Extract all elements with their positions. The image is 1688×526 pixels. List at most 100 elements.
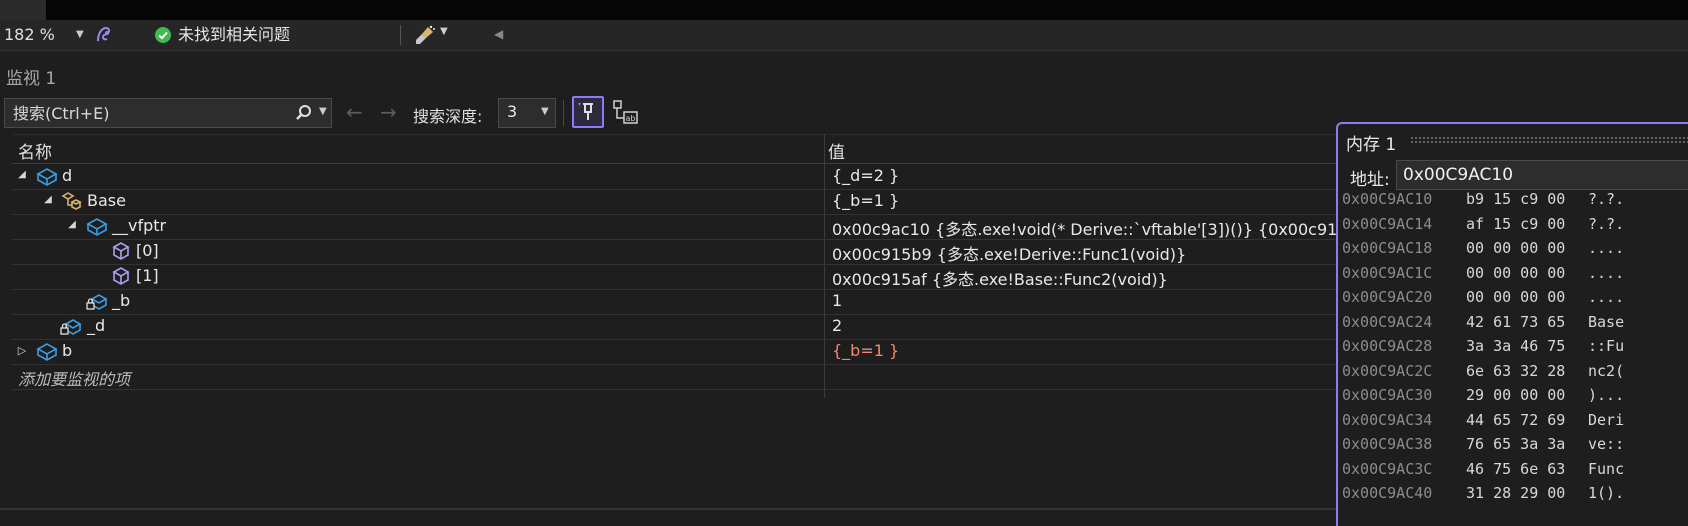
memory-ascii[interactable]: Base xyxy=(1588,313,1624,331)
table-row[interactable]: [0] 0x00c915b9 {多态.exe!Derive::Func1(voi… xyxy=(12,238,1352,265)
code-cleanup-brush-icon[interactable] xyxy=(414,24,436,46)
memory-hex[interactable]: 46 75 6e 63 xyxy=(1466,460,1565,478)
memory-address: 0x00C9AC38 xyxy=(1342,435,1433,453)
memory-ascii[interactable]: Deri xyxy=(1588,411,1624,429)
zoom-dropdown[interactable]: 182 % ▼ xyxy=(4,23,88,47)
memory-hex[interactable]: b9 15 c9 00 xyxy=(1466,190,1565,208)
chevron-down-icon[interactable]: ▼ xyxy=(440,26,448,37)
row-value: 0x00c9ac10 {多态.exe!void(* Derive::`vftab… xyxy=(832,220,1416,239)
memory-ascii[interactable]: .... xyxy=(1588,288,1624,306)
add-watch-placeholder[interactable]: 添加要监视的项 xyxy=(18,366,130,390)
watch-search-box[interactable]: ▼ xyxy=(4,98,332,128)
search-previous-arrow-icon[interactable]: ← xyxy=(346,100,363,124)
memory-hex[interactable]: 29 00 00 00 xyxy=(1466,386,1565,404)
row-name: _b xyxy=(112,291,131,310)
memory-hex[interactable]: 76 65 3a 3a xyxy=(1466,435,1565,453)
table-row[interactable]: ◢ __vfptr 0x00c9ac10 {多态.exe!void(* Deri… xyxy=(12,213,1415,240)
memory-ascii[interactable]: ?.?. xyxy=(1588,190,1624,208)
table-row[interactable]: _d 2 xyxy=(12,313,1352,340)
memory-ascii[interactable]: ::Fu xyxy=(1588,337,1624,355)
scroll-left-arrow-icon[interactable]: ◀ xyxy=(494,27,503,41)
document-tab-stub[interactable] xyxy=(0,0,46,20)
row-name: [0] xyxy=(136,241,159,260)
watch-grid: 名称 值 ◢ d {_d=2 } ◢ Base {_b=1 } ◢ __vfpt… xyxy=(12,134,1415,398)
address-value: 0x00C9AC10 xyxy=(1403,165,1514,185)
search-depth-select[interactable]: 3 ▼ xyxy=(498,98,556,128)
memory-address: 0x00C9AC3C xyxy=(1342,459,1433,478)
status-separator xyxy=(400,25,401,45)
memory-address: 0x00C9AC40 xyxy=(1342,484,1433,502)
memory-ascii[interactable]: Func xyxy=(1588,460,1624,478)
memory-hex[interactable]: 3a 3a 46 75 xyxy=(1466,337,1565,355)
base-class-icon xyxy=(60,191,82,211)
search-icon[interactable] xyxy=(295,104,313,122)
memory-ascii[interactable]: )... xyxy=(1588,386,1624,404)
memory-hex[interactable]: 00 00 00 00 xyxy=(1466,288,1565,306)
column-header-name[interactable]: 名称 xyxy=(18,138,52,163)
pin-button[interactable] xyxy=(572,96,604,128)
memory-hex[interactable]: 00 00 00 00 xyxy=(1466,239,1565,257)
memory-hex[interactable]: 42 61 73 65 xyxy=(1466,313,1565,331)
intellicode-icon[interactable] xyxy=(94,25,114,45)
search-input[interactable] xyxy=(5,99,293,127)
search-depth-value: 3 xyxy=(507,102,518,121)
table-row[interactable]: ◢ d {_d=2 } xyxy=(12,163,1352,190)
memory-ascii[interactable]: ?.?. xyxy=(1588,215,1624,233)
chevron-down-icon[interactable]: ▼ xyxy=(319,106,327,117)
object-icon xyxy=(36,341,58,361)
window-top-strip xyxy=(0,0,1688,20)
check-circle-icon[interactable] xyxy=(154,26,172,44)
memory-hex[interactable]: 6e 63 32 28 xyxy=(1466,362,1565,380)
memory-ascii[interactable]: 1(). xyxy=(1588,484,1624,502)
memory-ascii[interactable]: .... xyxy=(1588,264,1624,282)
memory-ascii[interactable]: .... xyxy=(1588,239,1624,257)
memory-hex[interactable]: 44 65 72 69 xyxy=(1466,411,1565,429)
table-row[interactable]: _b 1 xyxy=(12,288,1352,315)
column-header-value[interactable]: 值 xyxy=(828,138,845,163)
view-string-button[interactable]: ab xyxy=(611,98,639,126)
memory-hex[interactable]: 00 00 00 00 xyxy=(1466,264,1565,282)
object-icon xyxy=(86,216,108,236)
memory-hex[interactable]: 31 28 29 00 xyxy=(1466,484,1565,502)
member-icon xyxy=(110,266,132,286)
chevron-down-icon: ▼ xyxy=(541,106,549,117)
memory-address: 0x00C9AC10 xyxy=(1342,190,1433,208)
row-value: {_d=2 } xyxy=(832,166,900,185)
row-name: _d xyxy=(87,316,106,335)
toolbar-separator xyxy=(563,100,564,126)
member-icon xyxy=(110,241,132,261)
expanded-arrow-icon[interactable]: ◢ xyxy=(16,169,28,180)
memory-address: 0x00C9AC20 xyxy=(1342,288,1433,306)
protected-member-icon xyxy=(60,316,82,336)
memory-address: 0x00C9AC2C xyxy=(1342,361,1433,380)
memory-address: 0x00C9AC28 xyxy=(1342,337,1433,355)
memory-ascii[interactable]: ve:: xyxy=(1588,435,1624,453)
row-value: {_b=1 } xyxy=(832,191,900,210)
panel-bottom-border xyxy=(0,508,1336,510)
editor-status-bar: 182 % ▼ 未找到相关问题 ▼ ◀ xyxy=(0,20,1688,51)
watch-panel-title: 监视 1 xyxy=(6,69,57,89)
issues-status-text[interactable]: 未找到相关问题 xyxy=(178,23,290,47)
address-input[interactable]: 0x00C9AC10 xyxy=(1396,160,1688,190)
watch-grid-header: 名称 值 xyxy=(12,134,1352,164)
drag-grip[interactable] xyxy=(1410,136,1688,144)
expanded-arrow-icon[interactable]: ◢ xyxy=(42,194,54,205)
memory-hex[interactable]: af 15 c9 00 xyxy=(1466,215,1565,233)
table-row[interactable]: ◢ Base {_b=1 } xyxy=(12,188,1352,215)
row-value: 0x00c915af {多态.exe!Base::Func2(void)} xyxy=(832,270,1168,289)
memory-address: 0x00C9AC14 xyxy=(1342,214,1433,233)
expanded-arrow-icon[interactable]: ◢ xyxy=(66,219,78,230)
memory-address: 0x00C9AC30 xyxy=(1342,386,1433,404)
row-name: Base xyxy=(87,191,126,210)
chevron-down-icon: ▼ xyxy=(76,29,84,40)
search-next-arrow-icon[interactable]: → xyxy=(380,100,397,124)
add-watch-row[interactable]: 添加要监视的项 xyxy=(12,363,1352,390)
row-name: b xyxy=(62,341,73,360)
memory-window-title[interactable]: 内存 1 xyxy=(1346,130,1396,155)
table-row[interactable]: ▷ b {_b=1 } xyxy=(12,338,1352,365)
memory-address: 0x00C9AC18 xyxy=(1342,239,1433,257)
table-row[interactable]: [1] 0x00c915af {多态.exe!Base::Func2(void)… xyxy=(12,263,1352,290)
memory-address: 0x00C9AC24 xyxy=(1342,312,1433,331)
memory-ascii[interactable]: nc2( xyxy=(1588,362,1624,380)
collapsed-arrow-icon[interactable]: ▷ xyxy=(16,344,28,357)
